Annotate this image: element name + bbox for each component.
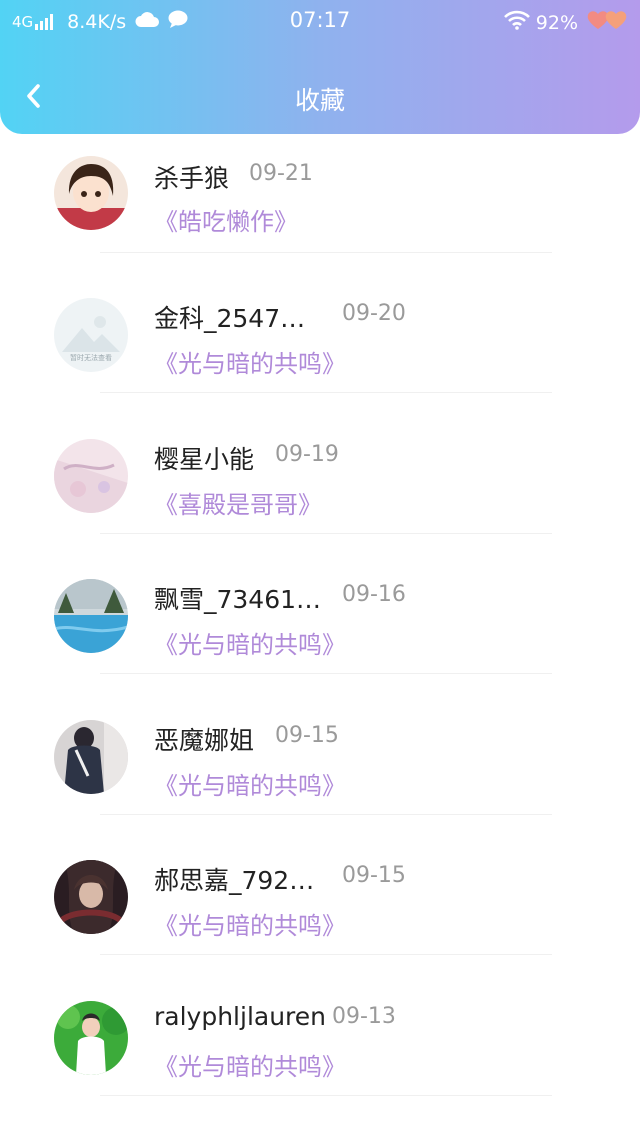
list-item[interactable]: 郝思嘉_792… 09-15 《光与暗的共鸣》 [0,824,640,965]
hearts-battery-icon [586,9,628,36]
avatar[interactable] [54,579,128,653]
favorites-list: 杀手狼 09-21 《皓吃懒作》 暂时无法查看 金科_2547… 09-20 《… [0,134,640,1105]
user-name: 郝思嘉_792… [154,866,315,895]
avatar[interactable] [54,719,128,794]
avatar-placeholder-text: 暂时无法查看 [70,353,112,362]
list-item[interactable]: 飘雪_73461… 09-16 《光与暗的共鸣》 [0,543,640,684]
divider [100,532,552,534]
book-title[interactable]: 《光与暗的共鸣》 [154,906,346,941]
list-item[interactable]: 樱星小能 09-19 《喜殿是哥哥》 [0,403,640,544]
avatar[interactable] [54,438,128,513]
favorite-date: 09-21 [249,161,313,186]
favorite-date: 09-15 [342,863,406,888]
avatar[interactable] [54,1000,128,1075]
favorite-date: 09-19 [275,441,339,467]
divider [100,673,552,674]
user-name: 金科_2547… [154,304,306,333]
divider [100,392,552,393]
avatar[interactable] [54,156,128,230]
wifi-icon [503,10,530,35]
app-header: 4G 8.4K/s 07:17 92% 收藏 [0,0,640,134]
user-name: ralyphljlauren [154,1001,327,1031]
avatar[interactable]: 暂时无法查看 [54,298,128,372]
status-bar: 4G 8.4K/s 07:17 92% [0,0,640,44]
user-name: 恶魔娜姐 [154,725,255,755]
list-item[interactable]: ralyphljlauren 09-13 《光与暗的共鸣》 [0,965,640,1106]
divider [100,954,552,955]
book-title[interactable]: 《光与暗的共鸣》 [154,766,346,801]
divider [100,252,552,253]
avatar[interactable] [54,860,128,934]
book-title[interactable]: 《光与暗的共鸣》 [154,625,346,660]
page-title: 收藏 [294,86,345,115]
battery-level: 92% [535,11,578,34]
list-item[interactable]: 暂时无法查看 金科_2547… 09-20 《光与暗的共鸣》 [0,262,640,403]
nav-bar: 收藏 [0,68,640,126]
list-item[interactable]: 杀手狼 09-21 《皓吃懒作》 [0,134,640,262]
divider [100,1094,552,1096]
book-title[interactable]: 《光与暗的共鸣》 [154,1047,346,1082]
list-item[interactable]: 恶魔娜姐 09-15 《光与暗的共鸣》 [0,684,640,825]
book-title[interactable]: 《皓吃懒作》 [154,202,298,237]
divider [100,813,552,815]
favorite-date: 09-20 [342,301,406,326]
user-name: 飘雪_73461… [154,585,322,614]
favorite-date: 09-16 [342,582,406,607]
user-name: 樱星小能 [154,444,255,474]
book-title[interactable]: 《光与暗的共鸣》 [154,344,346,379]
favorite-date: 09-13 [332,1003,396,1029]
user-name: 杀手狼 [154,164,230,193]
favorite-date: 09-15 [275,722,339,748]
status-right: 92% [503,9,628,36]
book-title[interactable]: 《喜殿是哥哥》 [154,485,322,520]
